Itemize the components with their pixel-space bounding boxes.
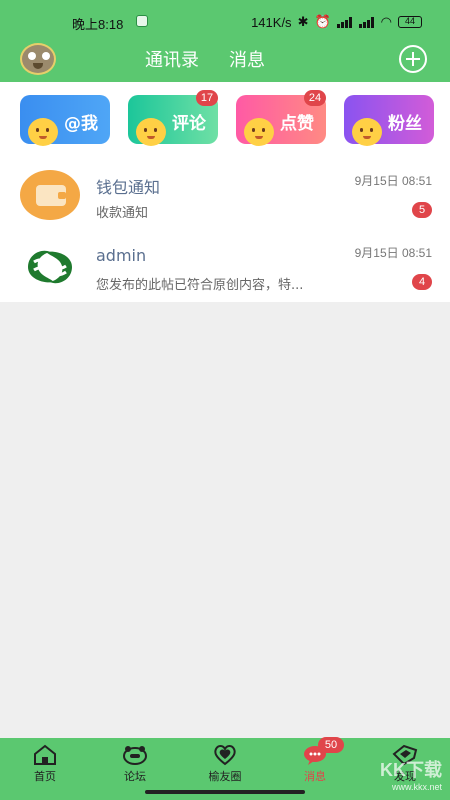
likes-label: 点赞 <box>280 114 314 134</box>
watermark-url: www.kkx.net <box>391 782 442 792</box>
likes-card[interactable]: 点赞 24 <box>236 90 326 146</box>
comments-label: 评论 <box>172 114 206 134</box>
emoji-face-icon <box>244 118 274 146</box>
emoji-face-icon <box>352 118 382 146</box>
unread-badge: 4 <box>412 274 432 290</box>
nav-circle[interactable]: 榆友圈 <box>190 744 260 792</box>
status-bar: 晚上8:18 141K/s ✱ ⏰ ◠ 44 <box>0 0 450 40</box>
nav-messages-label: 消息 <box>304 770 326 783</box>
alarm-icon: ⏰ <box>314 14 331 29</box>
message-time: 9月15日 08:51 <box>354 246 432 260</box>
tab-contacts[interactable]: 通讯录 <box>145 46 199 72</box>
comments-card[interactable]: 评论 17 <box>128 90 218 146</box>
signal-icon-2 <box>358 16 375 28</box>
status-right: 141K/s ✱ ⏰ ◠ 44 <box>251 14 422 30</box>
message-title: 钱包通知 <box>96 178 161 197</box>
app-notification-icon <box>136 15 148 27</box>
comments-badge: 17 <box>196 90 218 106</box>
unread-badge: 5 <box>412 202 432 218</box>
likes-badge: 24 <box>304 90 326 106</box>
fans-card[interactable]: 粉丝 <box>344 95 434 146</box>
forum-icon <box>122 744 148 766</box>
message-time: 9月15日 08:51 <box>354 174 432 188</box>
tab-messages[interactable]: 消息 <box>229 46 265 72</box>
watermark: KK下载 www.kkx.net <box>380 756 442 792</box>
nav-home[interactable]: 首页 <box>10 744 80 792</box>
messages-badge: 50 <box>318 737 344 753</box>
message-subtitle: 收款通知 <box>96 206 149 221</box>
quick-actions: @我 评论 17 点赞 24 粉丝 <box>0 82 450 154</box>
header-tabs: 通讯录 消息 <box>145 46 265 72</box>
mentions-label: @我 <box>64 114 98 134</box>
plus-circle-icon[interactable] <box>399 45 427 73</box>
message-list: 钱包通知 收款通知 9月15日 08:51 5 admin 您发布的此帖已符合原… <box>0 154 450 302</box>
nav-forum-label: 论坛 <box>124 770 146 783</box>
wallet-icon <box>20 170 80 220</box>
message-title: admin <box>96 246 147 265</box>
mentions-card[interactable]: @我 <box>20 95 110 146</box>
nav-home-label: 首页 <box>34 770 56 783</box>
nav-forum[interactable]: 论坛 <box>100 744 170 792</box>
nav-messages[interactable]: 50 消息 <box>280 737 350 792</box>
watermark-brand: KK下载 <box>380 760 442 780</box>
fans-label: 粉丝 <box>388 114 422 134</box>
bluetooth-icon: ✱ <box>297 14 309 29</box>
list-item[interactable]: 钱包通知 收款通知 9月15日 08:51 5 <box>0 162 450 234</box>
emoji-face-icon <box>28 118 58 146</box>
network-speed: 141K/s <box>251 14 292 30</box>
user-avatar[interactable] <box>20 43 56 75</box>
status-time: 晚上8:18 <box>72 17 124 32</box>
emoji-face-icon <box>136 118 166 146</box>
home-icon <box>32 744 58 766</box>
battery-icon: 44 <box>398 16 422 28</box>
list-item[interactable]: admin 您发布的此帖已符合原创内容，特... 9月15日 08:51 4 <box>0 234 450 306</box>
home-indicator[interactable] <box>145 790 305 794</box>
wifi-icon: ◠ <box>380 14 392 29</box>
top-bar: 晚上8:18 141K/s ✱ ⏰ ◠ 44 通讯录 消息 <box>0 0 450 82</box>
nav-circle-label: 榆友圈 <box>208 770 242 783</box>
message-subtitle: 您发布的此帖已符合原创内容，特... <box>96 278 304 293</box>
heart-icon <box>212 744 238 766</box>
signal-icon <box>336 16 353 28</box>
admin-logo-icon <box>20 242 80 292</box>
